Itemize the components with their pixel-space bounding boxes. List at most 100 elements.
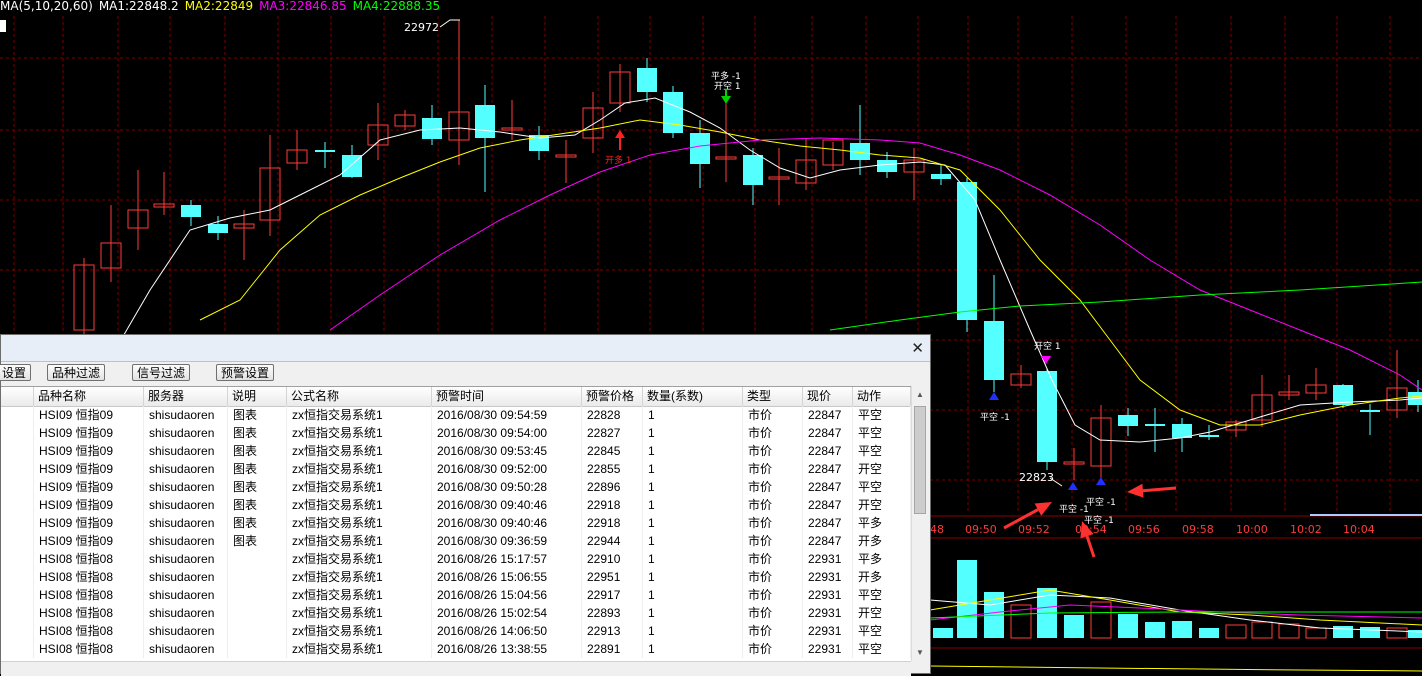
table-cell — [228, 622, 287, 640]
table-row[interactable]: HSI09 恒指09 shisudaoren 图表 zx恒指交易系统1 2016/08/… — [1, 532, 911, 550]
table-cell: shisudaoren — [144, 604, 228, 622]
table-cell: 图表 — [228, 514, 287, 532]
header-cell[interactable]: 现价 — [803, 387, 853, 406]
table-cell: shisudaoren — [144, 550, 228, 568]
table-row[interactable]: HSI08 恒指08 shisudaoren zx恒指交易系统1 2016/08/26… — [1, 640, 911, 658]
candle-body — [475, 105, 495, 138]
table-cell: zx恒指交易系统1 — [287, 640, 432, 658]
table-cell: 平空 — [853, 424, 911, 442]
table-row[interactable]: HSI09 恒指09 shisudaoren 图表 zx恒指交易系统1 2016/08/… — [1, 424, 911, 442]
table-row[interactable]: HSI09 恒指09 shisudaoren 图表 zx恒指交易系统1 2016/08/… — [1, 514, 911, 532]
table-cell: HSI08 恒指08 — [34, 550, 144, 568]
ma4-value: MA4:22888.35 — [352, 0, 441, 13]
table-cell: zx恒指交易系统1 — [287, 442, 432, 460]
header-cell[interactable]: 预警价格 — [582, 387, 643, 406]
table-cell: zx恒指交易系统1 — [287, 496, 432, 514]
table-cell: 22917 — [582, 586, 643, 604]
candle-body — [1360, 410, 1380, 412]
table-cell: 市价 — [743, 568, 803, 586]
table-cell: 1 — [643, 550, 743, 568]
table-cell: 1 — [643, 460, 743, 478]
table-row[interactable]: HSI09 恒指09 shisudaoren 图表 zx恒指交易系统1 2016/08/… — [1, 478, 911, 496]
table-cell: shisudaoren — [144, 640, 228, 658]
ma3-value: MA3:22846.85 — [259, 0, 347, 13]
candle-body — [743, 155, 763, 185]
header-cell[interactable]: 预警时间 — [432, 387, 582, 406]
row-index-cell — [1, 460, 34, 478]
header-cell[interactable]: 公式名称 — [287, 387, 432, 406]
table-cell — [228, 604, 287, 622]
table-cell: 22931 — [803, 568, 853, 586]
table-row[interactable]: HSI08 恒指08 shisudaoren zx恒指交易系统1 2016/08/26… — [1, 622, 911, 640]
time-axis-label: 09:52 — [1018, 523, 1050, 536]
table-cell: zx恒指交易系统1 — [287, 424, 432, 442]
table-cell: zx恒指交易系统1 — [287, 586, 432, 604]
table-row[interactable]: HSI08 恒指08 shisudaoren zx恒指交易系统1 2016/08/26… — [1, 550, 911, 568]
table-cell: HSI09 恒指09 — [34, 442, 144, 460]
table-cell: zx恒指交易系统1 — [287, 460, 432, 478]
vertical-scrollbar[interactable]: ▲ ▼ — [911, 386, 929, 661]
table-cell: HSI08 恒指08 — [34, 622, 144, 640]
table-cell: HSI09 恒指09 — [34, 424, 144, 442]
header-cell[interactable] — [1, 387, 34, 406]
table-cell: 2016/08/26 14:06:50 — [432, 622, 582, 640]
volume-bar — [1199, 628, 1219, 638]
table-cell: 22847 — [803, 514, 853, 532]
table-cell: 平空 — [853, 442, 911, 460]
table-cell: zx恒指交易系统1 — [287, 622, 432, 640]
candle-body — [931, 174, 951, 179]
table-cell: 22855 — [582, 460, 643, 478]
row-index-cell — [1, 514, 34, 532]
table-cell: 市价 — [743, 514, 803, 532]
candle-body — [208, 224, 228, 233]
header-cell[interactable]: 动作 — [853, 387, 911, 406]
ma1-value: MA1:22848.2 — [98, 0, 179, 13]
table-cell: 2016/08/26 13:38:55 — [432, 640, 582, 658]
table-cell: 开空 — [853, 460, 911, 478]
header-cell[interactable]: 数量(系数) — [643, 387, 743, 406]
table-cell: 22847 — [803, 424, 853, 442]
table-cell: 市价 — [743, 406, 803, 424]
table-cell: 22931 — [803, 586, 853, 604]
settings-button[interactable]: 设置 — [0, 364, 32, 381]
close-icon[interactable]: ✕ — [911, 339, 924, 357]
table-row[interactable]: HSI09 恒指09 shisudaoren 图表 zx恒指交易系统1 2016/08/… — [1, 442, 911, 460]
row-index-cell — [1, 406, 34, 424]
table-cell: 22913 — [582, 622, 643, 640]
table-row[interactable]: HSI09 恒指09 shisudaoren 图表 zx恒指交易系统1 2016/08/… — [1, 496, 911, 514]
table-cell: HSI08 恒指08 — [34, 568, 144, 586]
scrollbar-thumb[interactable] — [914, 406, 926, 514]
table-cell — [228, 550, 287, 568]
table-row[interactable]: HSI08 恒指08 shisudaoren zx恒指交易系统1 2016/08/26… — [1, 586, 911, 604]
table-cell: 22847 — [803, 532, 853, 550]
table-cell: 22847 — [803, 496, 853, 514]
table-cell: 22910 — [582, 550, 643, 568]
table-row[interactable]: HSI08 恒指08 shisudaoren zx恒指交易系统1 2016/08/26… — [1, 568, 911, 586]
table-cell: 图表 — [228, 460, 287, 478]
table-cell: 22828 — [582, 406, 643, 424]
table-cell: 22931 — [803, 604, 853, 622]
header-cell[interactable]: 类型 — [743, 387, 803, 406]
table-cell: zx恒指交易系统1 — [287, 568, 432, 586]
scroll-down-icon[interactable]: ▼ — [916, 648, 924, 657]
header-cell[interactable]: 说明 — [228, 387, 287, 406]
table-cell: 22951 — [582, 568, 643, 586]
table-cell: 图表 — [228, 424, 287, 442]
scroll-up-icon[interactable]: ▲ — [916, 390, 924, 399]
table-row[interactable]: HSI08 恒指08 shisudaoren zx恒指交易系统1 2016/08/26… — [1, 604, 911, 622]
header-cell[interactable]: 服务器 — [144, 387, 228, 406]
table-cell: 22891 — [582, 640, 643, 658]
table-row[interactable]: HSI09 恒指09 shisudaoren 图表 zx恒指交易系统1 2016/08/… — [1, 406, 911, 424]
dialog-titlebar[interactable]: ✕ — [1, 335, 930, 362]
table-cell: 市价 — [743, 622, 803, 640]
header-cell[interactable]: 品种名称 — [34, 387, 144, 406]
table-cell: 市价 — [743, 640, 803, 658]
table-cell: 平空 — [853, 406, 911, 424]
alert-settings-button[interactable]: 预警设置 — [216, 364, 275, 381]
table-row[interactable]: HSI09 恒指09 shisudaoren 图表 zx恒指交易系统1 2016/08/… — [1, 460, 911, 478]
table-cell: 22845 — [582, 442, 643, 460]
table-cell: 2016/08/26 15:17:57 — [432, 550, 582, 568]
dialog-toolbar: 设置 品种过滤 信号过滤 预警设置 — [0, 362, 930, 386]
signal-filter-button[interactable]: 信号过滤 — [132, 364, 191, 381]
symbol-filter-button[interactable]: 品种过滤 — [47, 364, 106, 381]
